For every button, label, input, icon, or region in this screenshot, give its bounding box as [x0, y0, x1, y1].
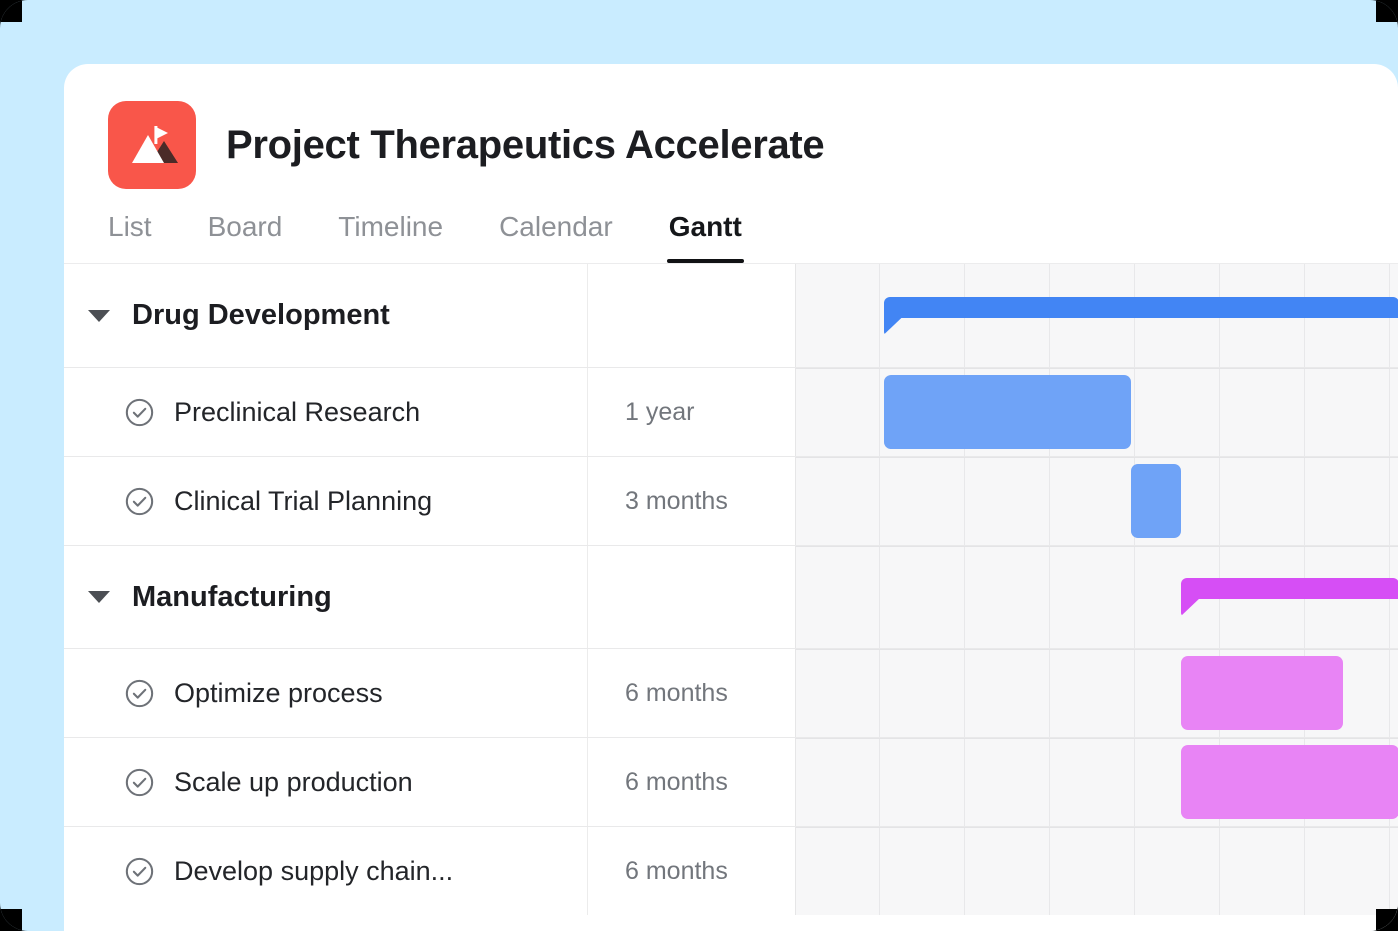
gantt-chart: Drug Development Preclinical Research 1 …: [64, 264, 1398, 915]
row-name-cell: Scale up production: [64, 738, 587, 826]
task-label: Optimize process: [174, 677, 383, 708]
project-header: Project Therapeutics Accelerate: [64, 64, 1398, 189]
tab-timeline[interactable]: Timeline: [338, 211, 443, 263]
app-frame: Project Therapeutics Accelerate List Boa…: [0, 0, 1398, 931]
task-label: Develop supply chain...: [174, 855, 454, 886]
check-circle-icon[interactable]: [123, 766, 156, 799]
row-duration-cell: 6 months: [587, 649, 795, 737]
gantt-summary-bar-drug-development[interactable]: [884, 296, 1398, 335]
row-chart-cell[interactable]: [795, 826, 1398, 915]
tab-list[interactable]: List: [108, 211, 152, 263]
chevron-down-icon[interactable]: [88, 309, 110, 322]
tab-gantt[interactable]: Gantt: [666, 211, 744, 263]
row-name-cell: Drug Development: [64, 264, 587, 367]
table-row[interactable]: Clinical Trial Planning 3 months: [64, 456, 1398, 545]
gantt-bar-preclinical-research[interactable]: [884, 375, 1131, 449]
group-label: Drug Development: [132, 299, 390, 331]
frame-corner-bl: [0, 909, 22, 931]
tab-board[interactable]: Board: [208, 211, 283, 263]
row-chart-cell[interactable]: [795, 545, 1398, 648]
row-chart-cell[interactable]: [795, 264, 1398, 367]
row-name-cell: Develop supply chain...: [64, 827, 587, 915]
gantt-bar-clinical-trial-planning[interactable]: [1131, 464, 1181, 538]
check-circle-icon[interactable]: [123, 677, 156, 710]
row-chart-cell[interactable]: [795, 737, 1398, 826]
row-name-cell: Clinical Trial Planning: [64, 457, 587, 545]
group-label: Manufacturing: [132, 580, 332, 613]
row-name-cell: Manufacturing: [64, 546, 587, 648]
page-title: Project Therapeutics Accelerate: [226, 122, 825, 167]
tab-calendar[interactable]: Calendar: [499, 211, 613, 263]
row-name-cell: Optimize process: [64, 649, 587, 737]
check-circle-icon[interactable]: [123, 485, 156, 518]
gantt-summary-bar-manufacturing[interactable]: [1181, 578, 1398, 616]
table-row[interactable]: Scale up production 6 months: [64, 737, 1398, 826]
row-duration-cell: 1 year: [587, 368, 795, 456]
check-circle-icon[interactable]: [123, 855, 156, 888]
row-chart-cell[interactable]: [795, 367, 1398, 456]
row-duration-cell: 3 months: [587, 457, 795, 545]
chevron-down-icon[interactable]: [88, 591, 110, 603]
table-row[interactable]: Drug Development: [64, 264, 1398, 367]
row-duration-cell: [587, 546, 795, 648]
table-row[interactable]: Preclinical Research 1 year: [64, 367, 1398, 456]
table-row[interactable]: Optimize process 6 months: [64, 648, 1398, 737]
frame-corner-tr: [1376, 0, 1398, 22]
task-label: Clinical Trial Planning: [174, 485, 433, 516]
row-chart-cell[interactable]: [795, 648, 1398, 737]
row-duration-cell: [587, 264, 795, 367]
gantt-bar-optimize-process[interactable]: [1181, 656, 1343, 730]
project-card: Project Therapeutics Accelerate List Boa…: [64, 64, 1398, 931]
table-row[interactable]: Manufacturing: [64, 545, 1398, 648]
row-duration-cell: 6 months: [587, 738, 795, 826]
gantt-bar-scale-up-production[interactable]: [1181, 745, 1398, 819]
table-row[interactable]: Develop supply chain... 6 months: [64, 826, 1398, 915]
row-name-cell: Preclinical Research: [64, 368, 587, 456]
frame-corner-br: [1376, 909, 1398, 931]
task-label: Scale up production: [174, 766, 413, 797]
frame-corner-tl: [0, 0, 22, 22]
task-label: Preclinical Research: [174, 396, 421, 427]
row-chart-cell[interactable]: [795, 456, 1398, 545]
mountain-flag-icon: [108, 101, 196, 189]
row-duration-cell: 6 months: [587, 827, 795, 915]
check-circle-icon[interactable]: [123, 396, 156, 429]
view-tabs: List Board Timeline Calendar Gantt: [64, 188, 1398, 264]
